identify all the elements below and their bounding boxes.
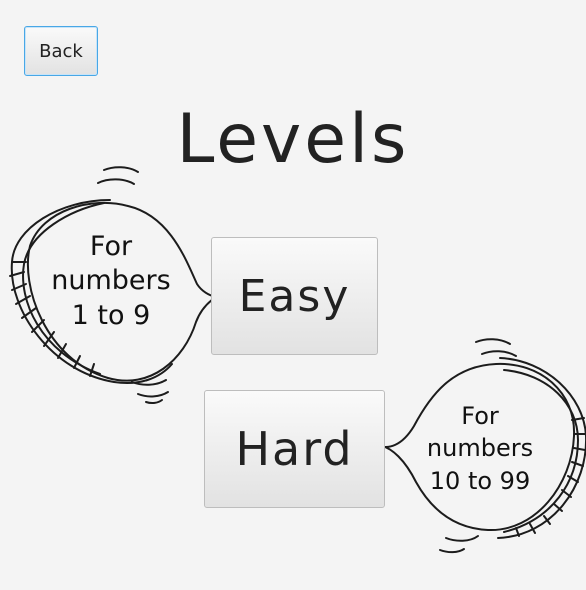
easy-level-button[interactable]: Easy <box>211 237 378 355</box>
hard-hint-line-3: 10 to 99 <box>429 466 531 495</box>
easy-hint-line-1: For <box>89 231 133 262</box>
hard-hint-line-2: numbers <box>426 434 534 463</box>
easy-hint-line-2: numbers <box>51 265 171 297</box>
easy-hint-line-3: 1 to 9 <box>71 299 151 331</box>
hard-level-button[interactable]: Hard <box>204 390 385 508</box>
easy-level-label: Easy <box>238 270 351 322</box>
hard-hint-line-1: For <box>461 402 499 430</box>
easy-hint-text: For numbers 1 to 9 <box>38 230 184 333</box>
hard-hint-text: For numbers 10 to 99 <box>416 400 544 497</box>
hard-level-label: Hard <box>235 422 354 476</box>
